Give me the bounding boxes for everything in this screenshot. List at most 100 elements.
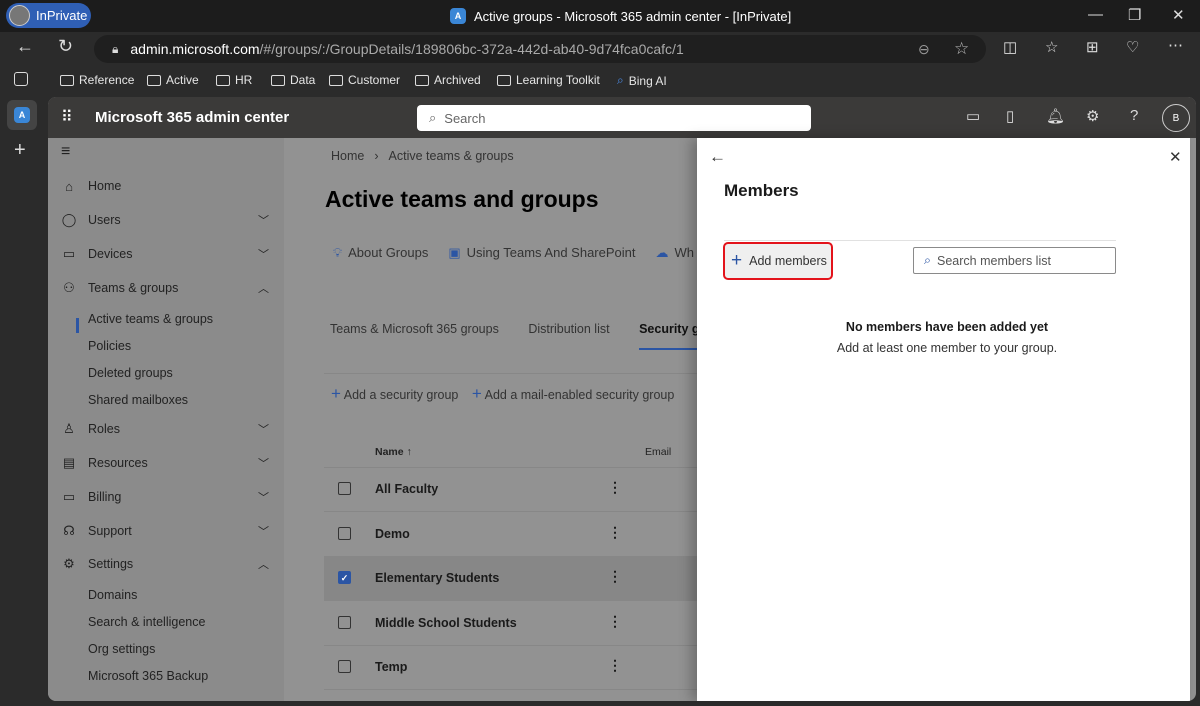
favorite-star-icon[interactable]: ☆ — [954, 39, 969, 59]
tab-actions-icon[interactable] — [14, 72, 28, 86]
terminal-icon[interactable]: ▭ — [966, 107, 980, 125]
admin-app-icon: A — [14, 107, 30, 123]
favorites-icon[interactable]: ☆ — [1045, 38, 1058, 56]
bookmark-learning-toolkit[interactable]: Learning Toolkit — [497, 73, 600, 87]
search-members-input[interactable]: ⌕ Search members list — [913, 247, 1116, 274]
vertical-tab-strip: A + — [0, 97, 44, 706]
breadcrumb-current[interactable]: Active teams & groups — [389, 149, 514, 163]
add-mail-security-group-button[interactable]: + Add a mail-enabled security group — [472, 384, 674, 403]
profile-label: InPrivate — [36, 8, 88, 23]
gear-icon[interactable]: ⚙ — [1086, 107, 1099, 125]
bookmark-hr[interactable]: HR — [216, 73, 252, 87]
split-screen-icon[interactable]: ◫ — [1003, 38, 1017, 56]
lightbulb-icon: 💡︎ — [333, 245, 343, 260]
bookmark-bing-ai[interactable]: ⌕ Bing AI — [617, 73, 667, 88]
sidebar-item-label: Org settings — [88, 642, 156, 656]
empty-state-title: No members have been added yet — [845, 320, 1049, 334]
action-label: Add a security group — [343, 388, 459, 402]
group-name[interactable]: Middle School Students — [375, 616, 517, 630]
row-checkbox[interactable] — [338, 526, 351, 540]
close-icon[interactable]: ✕ — [1169, 148, 1182, 166]
sidebar-item-label: Deleted groups — [88, 366, 173, 380]
inprivate-badge[interactable]: InPrivate — [6, 3, 91, 28]
refresh-icon[interactable]: ↻ — [58, 36, 73, 57]
chevron-up-icon[interactable]: ︿ — [258, 280, 269, 296]
help-icon[interactable]: ? — [1130, 107, 1138, 124]
sidebar-item-label: Active teams & groups — [88, 312, 214, 326]
window-title-text: Active groups - Microsoft 365 admin cent… — [474, 8, 792, 24]
sidebar-item-label: Policies — [88, 339, 132, 353]
address-bar[interactable]: 🔒︎ admin.microsoft.com/#/groups/:/GroupD… — [94, 35, 986, 63]
bell-icon[interactable]: 🔔︎ — [1046, 107, 1065, 125]
search-icon: ⌕ — [429, 110, 437, 125]
new-tab-icon[interactable]: + — [14, 139, 26, 162]
minimize-button[interactable]: — — [1088, 6, 1103, 23]
app-search-input[interactable]: ⌕ Search — [417, 105, 811, 131]
more-options-icon[interactable]: ⋮ — [608, 524, 622, 541]
roles-icon: ♙ — [63, 421, 75, 436]
collections-icon[interactable]: ⊞ — [1086, 38, 1099, 56]
table-row[interactable]: Temp ⋮ — [324, 646, 704, 690]
chevron-down-icon[interactable]: ﹀ — [258, 455, 269, 471]
back-icon[interactable]: ← — [16, 36, 34, 57]
bookmark-reference[interactable]: Reference — [60, 73, 134, 87]
bookmark-label: HR — [235, 73, 253, 87]
group-name[interactable]: All Faculty — [375, 482, 438, 496]
chevron-down-icon[interactable]: ﹀ — [258, 246, 269, 262]
folder-icon — [271, 74, 285, 86]
chevron-down-icon[interactable]: ﹀ — [258, 421, 269, 437]
link-whats-new[interactable]: Wh — [675, 245, 695, 261]
more-options-icon[interactable]: ⋮ — [608, 479, 622, 496]
folder-icon — [415, 74, 429, 86]
table-row[interactable]: ✓ Elementary Students ⋮ — [324, 557, 704, 601]
close-window-button[interactable]: ✕ — [1172, 6, 1185, 24]
tab-m365-groups[interactable]: Teams & Microsoft 365 groups — [330, 322, 499, 336]
gear-icon: ⚙ — [63, 556, 75, 571]
more-options-icon[interactable]: ⋮ — [608, 568, 622, 585]
table-row[interactable]: Middle School Students ⋮ — [324, 602, 704, 646]
column-header-name[interactable]: Name ↑ — [375, 446, 412, 458]
hamburger-icon[interactable]: ≡ — [61, 143, 70, 161]
plus-icon: + — [731, 250, 743, 271]
sidebar-item-label: Billing — [88, 490, 122, 504]
link-about-groups[interactable]: About Groups — [348, 245, 428, 261]
back-arrow-icon[interactable]: ← — [709, 147, 726, 167]
avatar[interactable]: B — [1162, 104, 1190, 132]
table-row[interactable]: All Faculty ⋮ — [324, 468, 704, 512]
zoom-out-icon[interactable]: ⊖ — [918, 41, 930, 58]
group-name[interactable]: Demo — [375, 527, 410, 541]
chevron-down-icon[interactable]: ﹀ — [258, 523, 269, 539]
link-using-teams[interactable]: Using Teams And SharePoint — [467, 245, 636, 261]
folder-icon — [216, 74, 230, 86]
bookmark-data[interactable]: Data — [271, 73, 315, 87]
column-header-email[interactable]: Email — [645, 446, 671, 458]
app-launcher-icon[interactable]: ⠿ — [61, 107, 73, 127]
tab-admin-center[interactable]: A — [7, 100, 37, 130]
sidebar-item-label: Microsoft 365 Backup — [88, 669, 209, 683]
browser-essentials-icon[interactable]: ♡ — [1126, 38, 1139, 56]
chevron-down-icon[interactable]: ﹀ — [258, 489, 269, 505]
row-checkbox[interactable] — [338, 660, 351, 673]
group-name[interactable]: Elementary Students — [375, 571, 499, 585]
mobile-icon[interactable]: ▯ — [1006, 107, 1014, 125]
restore-button[interactable]: ❐ — [1128, 6, 1141, 24]
more-options-icon[interactable]: ⋮ — [608, 657, 622, 674]
group-name[interactable]: Temp — [375, 660, 407, 674]
more-menu-icon[interactable]: ⋯ — [1168, 36, 1183, 54]
url-path: /#/groups/:/GroupDetails/189806bc-372a-4… — [259, 41, 684, 57]
sidebar-item-label: Resources — [88, 456, 148, 470]
tab-distribution-list[interactable]: Distribution list — [528, 322, 609, 336]
chevron-up-icon[interactable]: ︿ — [258, 556, 269, 572]
chevron-down-icon[interactable]: ﹀ — [258, 212, 269, 228]
add-security-group-button[interactable]: + Add a security group — [331, 384, 459, 403]
row-checkbox[interactable] — [338, 615, 351, 629]
breadcrumb-home[interactable]: Home — [331, 149, 364, 163]
bookmark-archived[interactable]: Archived — [415, 73, 481, 87]
bookmark-customer[interactable]: Customer — [329, 73, 400, 87]
more-options-icon[interactable]: ⋮ — [608, 613, 622, 630]
add-members-button[interactable]: + Add members — [723, 242, 833, 280]
row-checkbox[interactable] — [338, 482, 351, 495]
table-row[interactable]: Demo ⋮ — [324, 513, 704, 557]
bookmark-active[interactable]: Active — [147, 73, 199, 87]
row-checkbox[interactable]: ✓ — [338, 571, 351, 584]
